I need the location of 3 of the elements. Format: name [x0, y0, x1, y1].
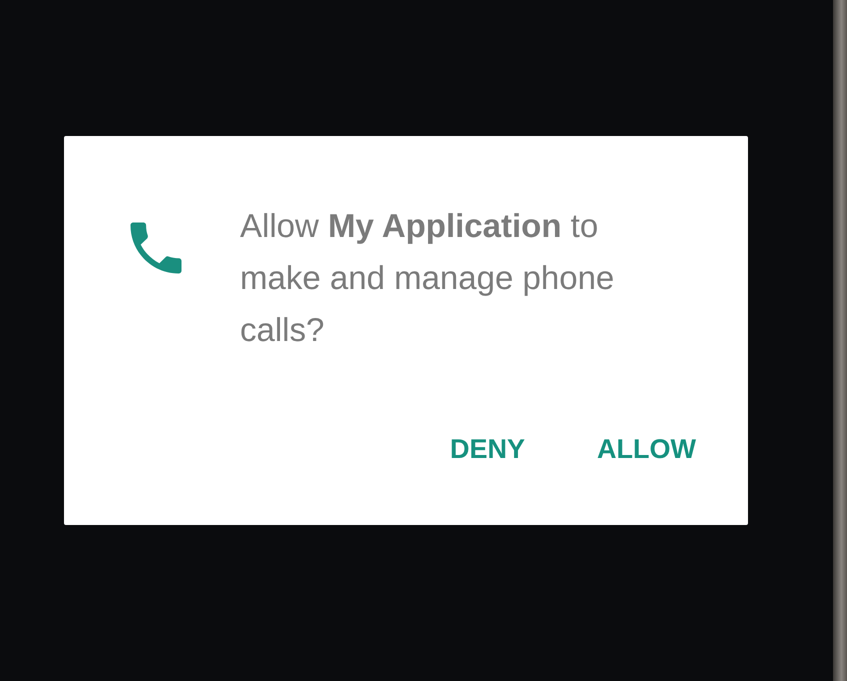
deny-button[interactable]: DENY	[438, 422, 538, 475]
allow-button[interactable]: ALLOW	[585, 422, 708, 475]
permission-message: Allow My Application to make and manage phone calls?	[240, 206, 616, 350]
